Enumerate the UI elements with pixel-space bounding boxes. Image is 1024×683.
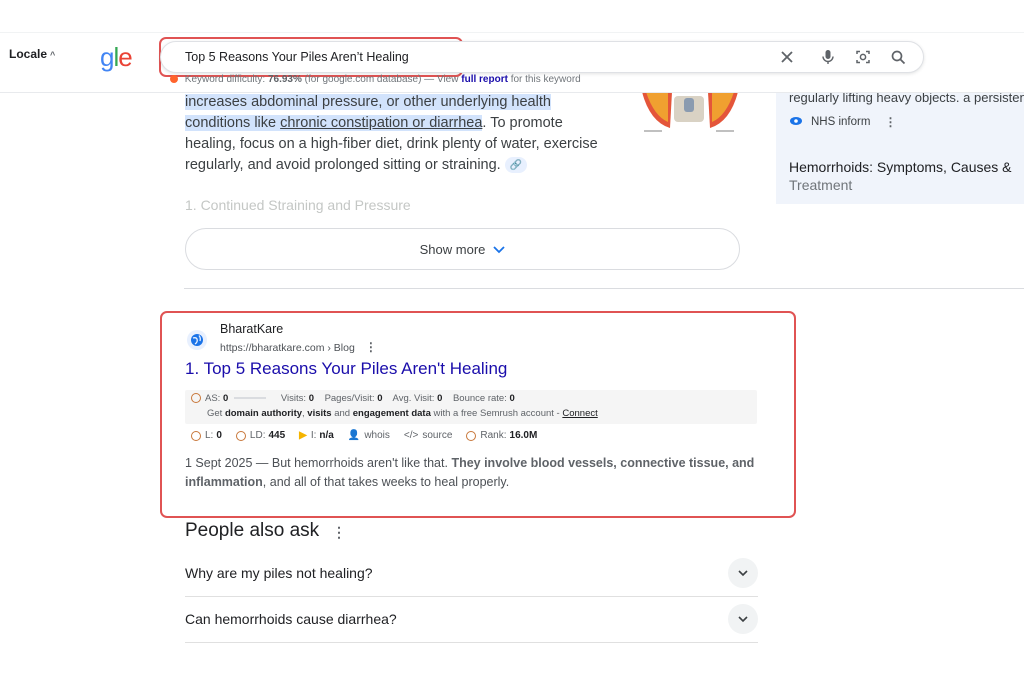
result-title-link[interactable]: 1. Top 5 Reasons Your Piles Aren't Heali…	[185, 359, 507, 379]
promo-f: engagement data	[352, 408, 431, 419]
result-url: https://bharatkare.com › Blog	[220, 342, 355, 354]
snippet-line-1: increases abdominal pressure, or other u…	[185, 94, 551, 110]
more-options-icon[interactable]: ⋮	[365, 340, 377, 354]
chevron-down-icon[interactable]	[728, 558, 758, 588]
locale-selector[interactable]: Locale ^	[9, 47, 55, 61]
pages-label: Pages/Visit:	[324, 393, 375, 404]
globe-icon	[187, 330, 207, 350]
ld-label: LD:	[249, 430, 266, 441]
paa-question-text: Can hemorrhoids cause diarrhea?	[185, 611, 397, 627]
avg-label: Avg. Visit:	[392, 393, 435, 404]
eye-icon	[789, 116, 803, 129]
source-link[interactable]: source	[422, 430, 452, 441]
desc-end: , and all of that takes weeks to heal pr…	[262, 475, 510, 489]
result-site-name[interactable]: BharatKare	[220, 322, 283, 336]
search-box[interactable]	[160, 41, 924, 73]
promo-b: domain authority	[224, 408, 303, 419]
code-icon: </>	[403, 430, 419, 441]
i-value: n/a	[319, 430, 334, 441]
snippet-line-4: regularly, and avoid prolonged sitting o…	[185, 157, 501, 173]
snippet-line-2c: . To promote	[482, 115, 563, 131]
result-url-line[interactable]: https://bharatkare.com › Blog ⋮	[220, 340, 377, 354]
kd-prefix: Keyword difficulty:	[184, 74, 266, 85]
kd-percent: 76.93%	[267, 74, 302, 85]
semrush-row-2: Get domain authority, visits and engagem…	[207, 408, 598, 419]
rp-title-line1: Hemorrhoids: Symptoms, Causes &	[789, 159, 1012, 175]
promo-a: Get	[207, 408, 223, 419]
visits-value: 0	[308, 393, 314, 404]
search-input[interactable]	[185, 48, 745, 66]
rank-value: 16.0M	[509, 430, 538, 441]
right-panel-source[interactable]: NHS inform ⋮	[789, 115, 896, 129]
rank-ring-icon	[466, 430, 477, 441]
as-label: AS:	[205, 393, 221, 404]
snippet-line-2a: conditions like	[185, 115, 277, 131]
i-label: I:	[310, 430, 317, 441]
more-options-icon[interactable]: ⋮	[884, 115, 896, 129]
kd-suffix: for this keyword	[510, 74, 581, 85]
right-panel-title[interactable]: Hemorrhoids: Symptoms, Causes & Treatmen…	[789, 158, 1019, 194]
more-options-icon[interactable]: ⋮	[332, 524, 346, 541]
bounce-value: 0	[509, 393, 515, 404]
connect-link[interactable]: Connect	[562, 408, 597, 419]
pages-value: 0	[377, 393, 383, 404]
snippet-line-2b: chronic constipation or diarrhea	[280, 115, 483, 131]
paa-question-text: Why are my piles not healing?	[185, 565, 373, 581]
chevron-down-icon	[493, 242, 506, 257]
source-name: NHS inform	[811, 116, 871, 128]
paa-divider	[185, 642, 758, 643]
rp-title-line2: Treatment	[789, 177, 853, 193]
clear-icon[interactable]	[777, 47, 797, 67]
kd-mid: (for google.com database) — View	[304, 74, 459, 85]
people-also-ask-title: People also ask	[185, 520, 320, 541]
avg-value: 0	[437, 393, 443, 404]
top-strip	[0, 0, 1024, 33]
paa-question[interactable]: Can hemorrhoids cause diarrhea?	[185, 597, 758, 641]
ld-ring-icon	[235, 430, 246, 441]
desc-bold-1: They involve blood vessels, connective t…	[451, 456, 755, 470]
link-icon[interactable]: 🔗	[504, 157, 527, 174]
camera-lens-icon[interactable]	[853, 47, 873, 67]
bing-icon: ▶	[299, 430, 307, 441]
l-ring-icon	[191, 430, 201, 441]
l-value: 0	[216, 430, 222, 441]
show-more-label: Show more	[419, 241, 486, 257]
next-heading-faded: 1. Continued Straining and Pressure	[185, 197, 411, 213]
promo-e: and	[334, 408, 351, 419]
microphone-icon[interactable]	[818, 47, 838, 67]
section-divider	[184, 288, 1024, 289]
search-icon[interactable]	[888, 47, 908, 67]
whois-link[interactable]: whois	[364, 430, 390, 441]
semrush-row-1: AS: 0 Visits: 0 Pages/Visit: 0 Avg. Visi…	[191, 393, 515, 404]
ld-value: 445	[268, 430, 286, 441]
desc-bold-2: inflammation	[185, 475, 263, 489]
as-value: 0	[222, 393, 229, 404]
semrush-row-3: L: 0 LD: 445 ▶ I: n/a 👤 whois </> source Rank:…	[191, 430, 551, 441]
promo-c: ,	[302, 408, 305, 419]
snippet-line-3: healing, focus on a high-fiber diet, dri…	[185, 136, 598, 152]
semrush-icon	[170, 75, 178, 84]
result-description: 1 Sept 2025 — But hemorrhoids aren't lik…	[185, 454, 760, 492]
user-icon: 👤	[347, 430, 361, 441]
semrush-metrics-bar: AS: 0 Visits: 0 Pages/Visit: 0 Avg. Visi…	[185, 390, 757, 424]
featured-snippet-text: increases abdominal pressure, or other u…	[185, 92, 625, 176]
as-ring-icon	[191, 393, 201, 403]
visits-label: Visits:	[280, 393, 307, 404]
promo-d: visits	[307, 408, 332, 419]
full-report-link[interactable]: full report	[461, 74, 508, 85]
desc-date-text: 1 Sept 2025 — But hemorrhoids aren't lik…	[185, 456, 448, 470]
keyword-difficulty-line: Keyword difficulty: 76.93% (for google.c…	[170, 74, 581, 85]
l-label: L:	[205, 430, 214, 441]
rank-label: Rank:	[480, 430, 507, 441]
paa-question[interactable]: Why are my piles not healing?	[185, 551, 758, 595]
locale-label: Locale	[9, 47, 48, 61]
chevron-down-icon[interactable]	[728, 604, 758, 634]
bounce-label: Bounce rate:	[452, 393, 507, 404]
promo-g: with a free Semrush account -	[433, 408, 560, 419]
show-more-button[interactable]: Show more	[185, 228, 740, 270]
caret-up-icon: ^	[50, 50, 56, 60]
google-logo[interactable]: gle	[100, 42, 133, 73]
anatomy-thumbnail[interactable]	[640, 92, 740, 134]
